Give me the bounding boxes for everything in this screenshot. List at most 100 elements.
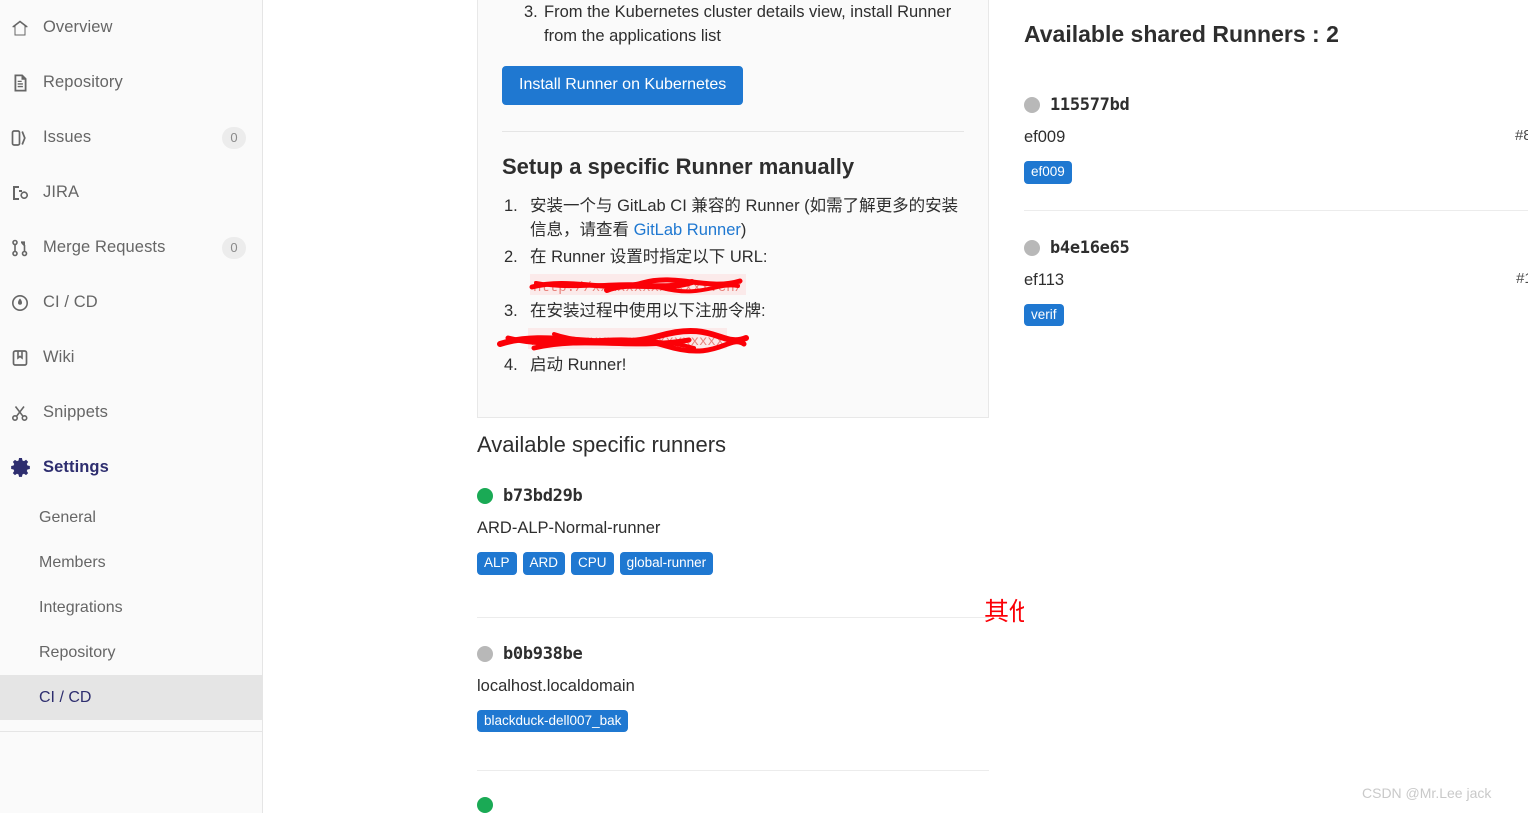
kubernetes-step-text: From the Kubernetes cluster details view…: [544, 3, 952, 46]
runner-divider: [477, 770, 989, 771]
runner-tag: blackduck-dell007_bak: [477, 709, 629, 732]
sidebar-subitem-label: Repository: [39, 643, 116, 661]
runner-token[interactable]: b73bd29b: [503, 486, 583, 506]
kubernetes-step-number: 3.: [524, 3, 538, 21]
redacted-url-row: http://xxxxxxxxxxxxxx.cn/: [502, 271, 964, 297]
runner-tag: CPU: [571, 552, 614, 575]
manual-step-number: 1.: [504, 196, 518, 215]
sidebar-subitem-label: General: [39, 508, 96, 526]
available-shared-runners-panel: Available shared Runners : 2 115577bd ef…: [1024, 0, 1528, 813]
runner-list-item-partial: Enable for this project: [477, 793, 1226, 813]
sidebar-item-repository[interactable]: Repository: [0, 55, 262, 110]
runner-description: ef113: [1024, 270, 1065, 289]
sidebar-item-overview[interactable]: Overview: [0, 0, 262, 55]
manual-step-number: 3.: [504, 302, 518, 321]
sidebar-divider: [0, 731, 262, 732]
document-icon: [10, 72, 38, 94]
snippet-icon: [10, 402, 38, 424]
runner-divider: [477, 616, 989, 618]
sidebar-item-merge-requests[interactable]: Merge Requests 0: [0, 220, 262, 275]
runner-status-offline-icon: [477, 645, 493, 662]
sidebar-item-wiki[interactable]: Wiki: [0, 330, 262, 385]
sidebar-subitem-label: Integrations: [39, 598, 123, 616]
sidebar-subitem-members[interactable]: Members: [0, 540, 262, 585]
sidebar-item-label: Overview: [43, 18, 113, 36]
runner-token[interactable]: b0b938be: [503, 644, 583, 664]
redacted-registration-token: xxxxxxxxxxxxxxxxxxxxxxx: [497, 328, 749, 354]
issues-icon: [10, 127, 38, 149]
runner-token[interactable]: b4e16e65: [1050, 238, 1130, 258]
sidebar-subitem-ci-cd[interactable]: CI / CD: [0, 675, 262, 720]
manual-step: 2. 在 Runner 设置时指定以下 URL:: [502, 245, 964, 269]
watermark: CSDN @Mr.Lee jack: [1362, 785, 1492, 801]
sidebar-subitem-label: CI / CD: [39, 688, 92, 706]
merge-requests-count-badge: 0: [222, 236, 246, 259]
runner-header: b73bd29b: [477, 486, 989, 506]
rocket-icon: [10, 292, 38, 314]
install-runner-on-kubernetes-button[interactable]: Install Runner on Kubernetes: [502, 65, 744, 105]
sidebar-item-label: CI / CD: [43, 293, 98, 311]
runner-tag: global-runner: [619, 552, 714, 575]
sidebar-item-issues[interactable]: Issues 0: [0, 110, 262, 165]
runner-list-item: b73bd29b ARD-ALP-Normal-runner ALP ARD C…: [477, 486, 1226, 618]
gear-icon: [10, 457, 38, 479]
sidebar-subitem-label: Members: [39, 553, 106, 571]
manual-step-number: 4.: [504, 356, 518, 375]
manual-step-text: 在 Runner 设置时指定以下 URL:: [530, 247, 768, 266]
gitlab-runner-link[interactable]: GitLab Runner: [634, 221, 741, 239]
book-icon: [10, 347, 38, 369]
runner-header: 115577bd: [1024, 95, 1528, 115]
runner-id: #88: [1514, 127, 1528, 144]
runner-status-online-icon: [477, 797, 493, 813]
sidebar-item-snippets[interactable]: Snippets: [0, 385, 262, 440]
kubernetes-step: 3. From the Kubernetes cluster details v…: [524, 0, 964, 49]
runner-status-offline-icon: [1024, 97, 1040, 113]
sidebar-item-ci-cd[interactable]: CI / CD: [0, 275, 262, 330]
redacted-token-row: xxxxxxxxxxxxxxxxxxxxxxx: [497, 325, 964, 354]
project-sidebar: Overview Repository Issues 0 JIRA Merge …: [0, 0, 263, 813]
home-icon: [10, 17, 38, 39]
specific-runners-heading: Available specific runners: [477, 432, 727, 457]
jira-icon: [10, 182, 38, 204]
manual-step-number: 2.: [504, 247, 518, 266]
manual-step-text-after: ): [740, 221, 747, 240]
sidebar-item-label: Repository: [43, 73, 123, 91]
runner-description: ef009: [1024, 128, 1066, 146]
runner-description: localhost.localdomain: [477, 676, 635, 695]
manual-step-text: 在安装过程中使用以下注册令牌:: [530, 302, 766, 321]
sidebar-item-jira[interactable]: JIRA: [0, 165, 262, 220]
sidebar-item-label: JIRA: [43, 183, 80, 201]
runner-setup-panel: 3. From the Kubernetes cluster details v…: [477, 0, 989, 418]
sidebar-item-label: Settings: [43, 458, 109, 476]
runner-token[interactable]: 115577bd: [1050, 95, 1130, 115]
sidebar-subitem-integrations[interactable]: Integrations: [0, 585, 262, 630]
sidebar-subitem-general[interactable]: General: [0, 495, 262, 540]
sidebar-subitem-repository[interactable]: Repository: [0, 630, 262, 675]
sidebar-item-label: Merge Requests: [43, 238, 166, 256]
sidebar-item-settings[interactable]: Settings: [0, 440, 262, 495]
manual-step-text: 启动 Runner!: [530, 356, 627, 375]
sidebar-item-label: Issues: [43, 128, 92, 146]
runner-tag: ef009: [1024, 161, 1072, 184]
runner-id: #11: [1516, 269, 1528, 287]
available-specific-runners-section: Available specific runners b73bd29b ARD-…: [477, 432, 1226, 813]
manual-step: 3. 在安装过程中使用以下注册令牌:: [502, 299, 964, 323]
main-content: 3. From the Kubernetes cluster details v…: [264, 0, 1226, 813]
shared-runner-list-item: 115577bd ef009 ef009 #88: [1024, 95, 1528, 211]
runner-tag-list: ALP ARD CPU global-runner: [477, 552, 989, 575]
runner-tag: ARD: [522, 552, 566, 575]
runner-header: b4e16e65: [1024, 238, 1528, 258]
gitlab-ci-cd-settings-page: Overview Repository Issues 0 JIRA Merge …: [0, 0, 1528, 813]
setup-panel-divider: [502, 130, 964, 132]
kubernetes-steps-list: 3. From the Kubernetes cluster details v…: [502, 0, 964, 49]
redacted-url: http://xxxxxxxxxxxxxx.cn/: [529, 274, 747, 296]
setup-manual-heading: Setup a specific Runner manually: [502, 153, 855, 179]
runner-tag: ALP: [477, 552, 517, 575]
sidebar-item-label: Wiki: [43, 348, 75, 366]
runner-list-item: b0b938be localhost.localdomain blackduck…: [477, 643, 1226, 771]
runner-status-offline-icon: [1024, 239, 1040, 256]
manual-step: 4. 启动 Runner!: [502, 353, 964, 377]
runner-description: ARD-ALP-Normal-runner: [477, 519, 661, 537]
sidebar-item-label: Snippets: [43, 403, 109, 421]
manual-step: 1. 安装一个与 GitLab CI 兼容的 Runner (如需了解更多的安装…: [502, 194, 964, 243]
